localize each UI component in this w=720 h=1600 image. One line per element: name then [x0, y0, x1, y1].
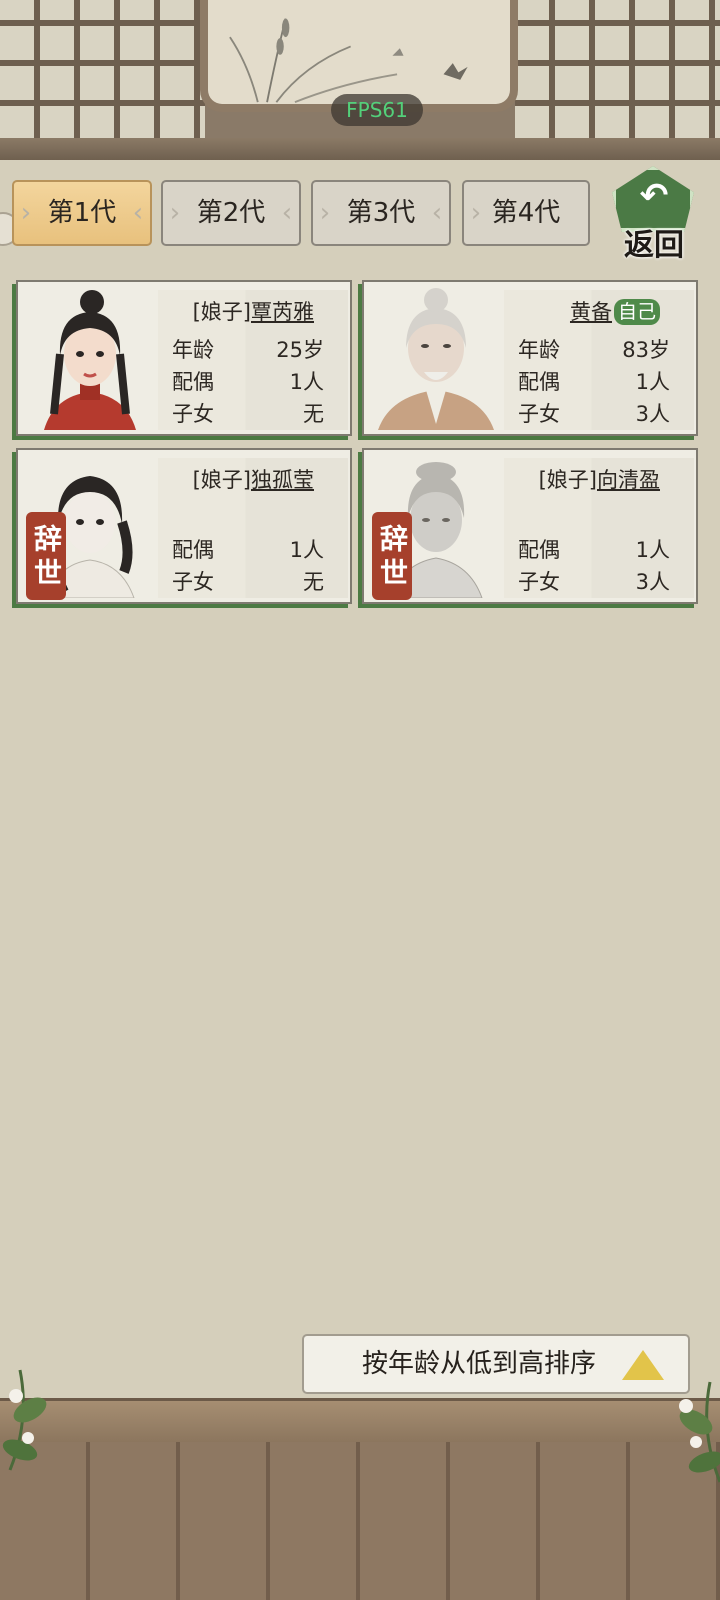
member-title: [娘子]向清盈: [539, 464, 660, 494]
tab-generation-3[interactable]: › 第3代 ‹: [311, 180, 451, 246]
stat-children: 子女 无: [172, 566, 324, 596]
member-info: [娘子]向清盈 配偶 1人 子女 3人: [504, 458, 694, 598]
chevron-left-icon: ›: [319, 198, 331, 228]
stat-children: 子女 3人: [518, 566, 670, 596]
chevron-left-icon: ›: [470, 198, 482, 228]
stat-label: 子女: [172, 402, 214, 426]
lattice-window-left: [0, 0, 205, 150]
stat-value: 3人: [635, 570, 670, 594]
stat-value: 1人: [635, 538, 670, 562]
member-title: 黄备 自己: [570, 296, 660, 326]
return-arrow-icon: ↶: [639, 176, 669, 216]
lattice-window-right: [515, 0, 720, 150]
member-card[interactable]: 辞世 [娘子]向清盈 配偶 1人 子女 3人: [362, 448, 698, 604]
member-info: [娘子]覃芮雅 年龄 25岁 配偶 1人 子女 无: [158, 290, 348, 430]
stat-value: 1人: [289, 538, 324, 562]
chevron-right-icon: ‹: [431, 198, 443, 228]
portrait-young-woman: [24, 284, 156, 430]
tab-label: 第3代: [346, 198, 416, 228]
wooden-beam: [0, 138, 720, 160]
stat-label: 配偶: [518, 370, 560, 394]
sort-label: 按年龄从低到高排序: [362, 1349, 597, 1379]
stat-value: 25岁: [276, 338, 324, 362]
stat-value: 1人: [635, 370, 670, 394]
flower-decoration-right: [640, 1372, 720, 1492]
tab-generation-1[interactable]: › 第1代 ‹: [12, 180, 152, 246]
stat-label: 子女: [518, 402, 560, 426]
stat-label: 配偶: [172, 538, 214, 562]
fps-counter: FPS61: [331, 94, 423, 126]
stat-children: 子女 无: [172, 398, 324, 428]
title-prefix: [娘子]: [192, 468, 251, 492]
stat-label: 子女: [518, 570, 560, 594]
member-title: [娘子]覃芮雅: [193, 296, 314, 326]
tab-generation-4[interactable]: › 第4代: [462, 180, 590, 246]
member-card[interactable]: [娘子]覃芮雅 年龄 25岁 配偶 1人 子女 无: [16, 280, 352, 436]
member-name: 独孤莹: [251, 468, 314, 492]
tab-label: 第1代: [47, 198, 117, 228]
stat-spouse: 配偶 1人: [172, 534, 324, 564]
title-prefix: [娘子]: [192, 300, 251, 324]
self-badge: 自己: [613, 299, 660, 325]
chevron-right-icon: ‹: [132, 198, 144, 228]
portrait-elderly-man: [370, 284, 502, 430]
window-frame-header: FPS61: [0, 0, 720, 165]
member-card[interactable]: 辞世 [娘子]独孤莹 配偶 1人 子女 无: [16, 448, 352, 604]
stat-children: 子女 3人: [518, 398, 670, 428]
chevron-left-icon: ›: [20, 198, 32, 228]
member-name: 覃芮雅: [251, 300, 314, 324]
stat-value: 3人: [635, 402, 670, 426]
member-info: [娘子]独孤莹 配偶 1人 子女 无: [158, 458, 348, 598]
member-title: [娘子]独孤莹: [193, 464, 314, 494]
stat-spouse: 配偶 1人: [518, 366, 670, 396]
member-name: 向清盈: [597, 468, 660, 492]
stat-spouse: 配偶 1人: [172, 366, 324, 396]
stat-label: 配偶: [172, 370, 214, 394]
tab-generation-2[interactable]: › 第2代 ‹: [161, 180, 301, 246]
bottom-beam: [0, 1398, 720, 1442]
stat-spouse: 配偶 1人: [518, 534, 670, 564]
stat-value: 无: [303, 570, 324, 594]
sort-by-age-button[interactable]: 按年龄从低到高排序: [302, 1334, 690, 1394]
stat-label: 子女: [172, 570, 214, 594]
stat-age: 年龄 25岁: [172, 334, 324, 364]
deceased-seal: 辞世: [26, 512, 66, 600]
stat-label: 年龄: [518, 338, 560, 362]
wooden-floor: [0, 1442, 720, 1600]
deceased-seal: 辞世: [372, 512, 412, 600]
stat-age: 年龄 83岁: [518, 334, 670, 364]
flower-decoration-left: [0, 1360, 90, 1480]
tab-label: 第2代: [196, 198, 266, 228]
back-label: 返回: [624, 228, 684, 263]
title-prefix: [娘子]: [538, 468, 597, 492]
tab-label: 第4代: [491, 198, 561, 228]
stat-label: 年龄: [172, 338, 214, 362]
member-card[interactable]: 黄备 自己 年龄 83岁 配偶 1人 子女 3人: [362, 280, 698, 436]
back-button[interactable]: ↶ 返回: [606, 164, 702, 263]
member-info: 黄备 自己 年龄 83岁 配偶 1人 子女 3人: [504, 290, 694, 430]
stat-label: 配偶: [518, 538, 560, 562]
chevron-right-icon: ‹: [281, 198, 293, 228]
chevron-left-icon: ›: [169, 198, 181, 228]
stat-value: 1人: [289, 370, 324, 394]
stat-value: 83岁: [622, 338, 670, 362]
member-name: 黄备: [569, 300, 612, 324]
stat-value: 无: [303, 402, 324, 426]
